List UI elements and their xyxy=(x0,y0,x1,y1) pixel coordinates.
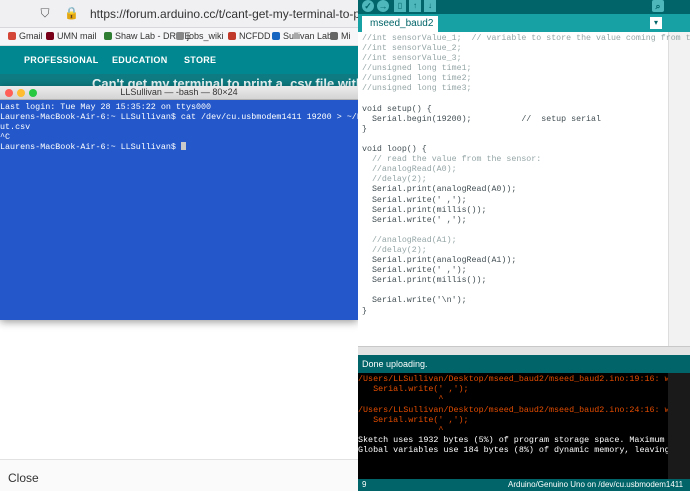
code-line: //analogRead(A1); xyxy=(362,235,457,245)
code-line: void loop() { xyxy=(362,145,427,155)
code-line: Serial.write(' ,'); xyxy=(362,215,467,225)
console-warning-line: ^ xyxy=(358,425,444,436)
tab-mseed-baud2[interactable]: mseed_baud2 xyxy=(362,16,438,32)
bookmark-item[interactable]: Sullivan Lab xyxy=(272,31,332,41)
arduino-ide-window: ✓ → ▯ ↑ ↓ ⌕ mseed_baud2 ▾ //int sensorVa… xyxy=(358,0,690,491)
bookmark-icon xyxy=(176,32,184,40)
terminal-line: ut.csv xyxy=(0,122,31,132)
bookmark-label: Mi xyxy=(341,31,351,41)
bookmark-label: jobs_wiki xyxy=(187,31,224,41)
status-text: Done uploading. xyxy=(362,359,428,369)
shield-icon[interactable]: ⛉ xyxy=(38,6,52,20)
tab-menu-icon[interactable]: ▾ xyxy=(650,17,662,29)
bookmark-item[interactable]: NCFDD xyxy=(228,31,271,41)
panel-divider[interactable] xyxy=(358,346,690,355)
bookmark-item[interactable]: UMN mail xyxy=(46,31,97,41)
url-bar[interactable]: https://forum.arduino.cc/t/cant-get-my-t… xyxy=(90,7,370,21)
verify-icon[interactable]: ✓ xyxy=(362,0,374,12)
nav-education[interactable]: EDUCATION xyxy=(112,55,168,65)
nav-professional[interactable]: PROFESSIONAL xyxy=(24,55,99,65)
code-line: //analogRead(A0); xyxy=(362,165,457,175)
bookmark-label: UMN mail xyxy=(57,31,97,41)
code-line: //delay(2); xyxy=(362,175,427,185)
console-warning-line: Serial.write(' ,'); xyxy=(358,414,469,425)
bookmark-icon xyxy=(330,32,338,40)
terminal-title: LLSullivan — -bash — 80×24 xyxy=(120,87,238,97)
terminal-prompt: Laurens-MacBook-Air-6:~ LLSullivan$ xyxy=(0,142,181,152)
console-warning-line: ^ xyxy=(358,394,444,405)
terminal-titlebar[interactable]: LLSullivan — -bash — 80×24 xyxy=(0,86,358,100)
console-warning-line: /Users/LLSullivan/Desktop/mseed_baud2/ms… xyxy=(358,374,668,384)
terminal-line: Laurens-MacBook-Air-6:~ LLSullivan$ cat … xyxy=(0,112,403,122)
code-line: void setup() { xyxy=(362,104,432,114)
terminal-prompt-line: Laurens-MacBook-Air-6:~ LLSullivan$ xyxy=(0,142,358,152)
line-number: 9 xyxy=(362,480,367,489)
code-line: //int sensorValue_1; // variable to stor… xyxy=(362,34,690,43)
bookmark-item[interactable]: jobs_wiki xyxy=(176,31,224,41)
bookmark-item[interactable]: Mi xyxy=(330,31,351,41)
lock-icon[interactable]: 🔒 xyxy=(64,6,79,20)
terminal-output[interactable]: Last login: Tue May 28 15:35:22 on ttys0… xyxy=(0,102,403,152)
code-line: Serial.write(' ,'); xyxy=(362,266,467,276)
bookmark-label: Gmail xyxy=(19,31,43,41)
code-line: } xyxy=(362,124,367,134)
upload-icon[interactable]: → xyxy=(377,0,389,12)
console-warning-line: /Users/LLSullivan/Desktop/mseed_baud2/ms… xyxy=(358,404,668,415)
close-button[interactable]: Close xyxy=(8,471,39,485)
nav-store[interactable]: STORE xyxy=(184,55,216,65)
code-line: Serial.print(analogRead(A0)); xyxy=(362,185,517,195)
terminal-line: Last login: Tue May 28 15:35:22 on ttys0… xyxy=(0,102,212,112)
code-line: //unsigned long time3; xyxy=(362,84,472,94)
open-icon[interactable]: ↑ xyxy=(409,0,421,12)
console-line: Global variables use 184 bytes (8%) of d… xyxy=(358,445,668,456)
console-line: Sketch uses 1932 bytes (5%) of program s… xyxy=(358,435,665,446)
new-icon[interactable]: ▯ xyxy=(394,0,406,12)
board-info: Arduino/Genuino Uno on /dev/cu.usbmodem1… xyxy=(508,480,684,489)
code-line: Serial.write(' ,'); xyxy=(362,195,467,205)
terminal-line: ^C xyxy=(0,132,11,142)
code-line: //unsigned long time2; xyxy=(362,74,472,84)
code-line: Serial.print(analogRead(A1)); xyxy=(362,256,517,266)
code-line: // read the value from the sensor: xyxy=(362,155,542,165)
code-line: Serial.print(millis()); xyxy=(362,205,487,215)
save-icon[interactable]: ↓ xyxy=(424,0,436,12)
bookmark-icon xyxy=(46,32,54,40)
code-line: //int sensorValue_3; xyxy=(362,54,462,64)
code-line: Serial.print(millis()); xyxy=(362,276,487,286)
ide-toolbar: ✓ → ▯ ↑ ↓ ⌕ xyxy=(358,0,690,14)
console-scrollbar[interactable] xyxy=(668,373,690,479)
bookmark-item[interactable]: Gmail xyxy=(8,31,43,41)
code-line: //int sensorValue_2; xyxy=(362,44,462,54)
code-line: //unsigned long time1; xyxy=(362,64,472,74)
console-warning-line: Serial.write(' ,'); xyxy=(358,384,469,395)
bookmark-icon xyxy=(104,32,112,40)
bookmark-icon xyxy=(272,32,280,40)
bookmark-icon xyxy=(8,32,16,40)
terminal-cursor xyxy=(180,142,186,150)
code-text[interactable]: //int sensorValue_1; // variable to stor… xyxy=(362,34,690,317)
code-line: Serial.write('\n'); xyxy=(362,296,467,306)
code-line: //delay(2); xyxy=(362,245,427,255)
code-line: Serial.begin(19200); // setup serial xyxy=(362,114,601,124)
code-line: } xyxy=(362,306,367,316)
console-output: /Users/LLSullivan/Desktop/mseed_baud2/ms… xyxy=(358,374,668,456)
page-footer xyxy=(0,459,358,491)
serial-monitor-icon[interactable]: ⌕ xyxy=(652,0,664,12)
terminal-window[interactable]: LLSullivan — -bash — 80×24 Last login: T… xyxy=(0,86,403,320)
bookmark-label: Sullivan Lab xyxy=(283,31,333,41)
bookmark-label: NCFDD xyxy=(239,31,271,41)
bookmark-icon xyxy=(228,32,236,40)
